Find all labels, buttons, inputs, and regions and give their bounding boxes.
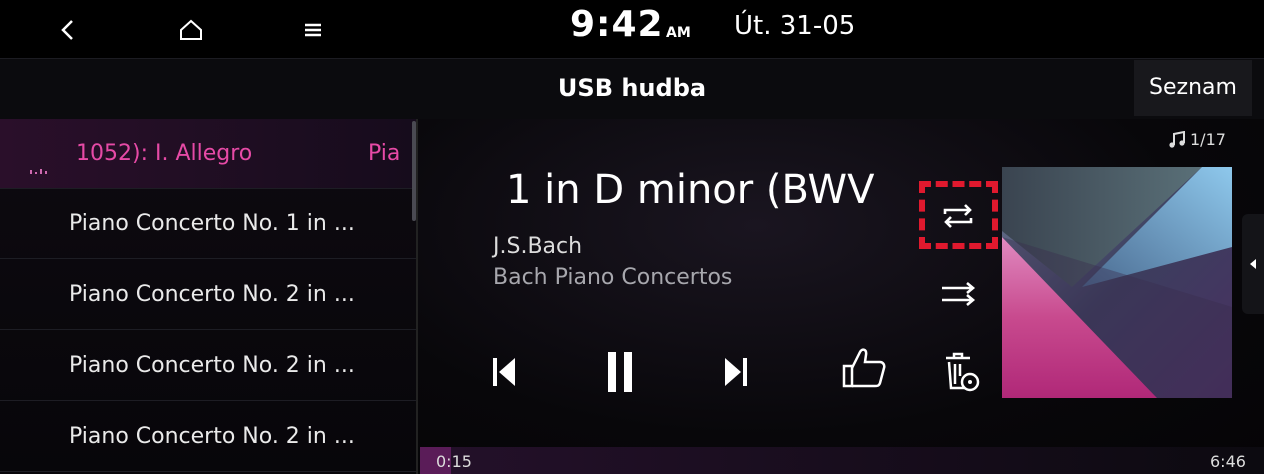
list-button[interactable]: Seznam [1134, 60, 1252, 116]
page-title: USB hudba [557, 74, 707, 102]
date: Út. 31-05 [734, 11, 856, 41]
repeat-icon[interactable] [934, 196, 982, 236]
like-icon[interactable] [838, 344, 890, 392]
list-item-label: Piano Concerto No. 2 in ... [69, 353, 355, 378]
pause-icon[interactable] [598, 346, 642, 398]
list-item-label: Piano Concerto No. 2 in ... [69, 282, 355, 307]
home-icon[interactable] [171, 14, 211, 46]
list-scrollbar[interactable] [412, 121, 416, 221]
list-item-active[interactable]: 1052): I. Allegro Pia [0, 119, 416, 189]
previous-icon[interactable] [484, 350, 524, 394]
elapsed-time: 0:15 [436, 452, 472, 471]
playlist: 1052): I. Allegro Pia Piano Concerto No.… [0, 119, 418, 474]
menu-icon[interactable] [293, 14, 333, 46]
back-icon[interactable] [48, 14, 88, 46]
list-item[interactable]: Piano Concerto No. 1 in ... [0, 189, 416, 259]
clock-time: 9:42 [570, 4, 664, 45]
list-item-trailing: Pia [368, 141, 401, 166]
delete-icon[interactable] [940, 348, 982, 394]
list-item-label: Piano Concerto No. 1 in ... [69, 211, 355, 236]
list-item[interactable]: Piano Concerto No. 2 in ... [0, 331, 416, 401]
chevron-left-icon [1250, 259, 1256, 269]
list-item-label: Piano Concerto No. 2 in ... [69, 424, 355, 449]
track-title: 1 in D minor (BWV [506, 167, 875, 213]
clock-ampm: AM [666, 25, 691, 41]
next-icon[interactable] [716, 350, 756, 394]
side-panel-toggle[interactable] [1242, 214, 1264, 314]
list-item-label: 1052): I. Allegro [76, 141, 253, 166]
duration-time: 6:46 [1210, 452, 1246, 471]
list-item[interactable]: Piano Concerto No. 2 in ... [0, 402, 416, 472]
track-album: Bach Piano Concertos [493, 265, 733, 290]
track-artist: J.S.Bach [493, 234, 583, 259]
now-playing-icon [30, 155, 50, 174]
music-note-icon [1169, 130, 1185, 148]
track-counter: 1/17 [1168, 130, 1226, 149]
album-art [1002, 167, 1232, 398]
list-item[interactable]: Piano Concerto No. 2 in ... [0, 260, 416, 330]
progress-bar[interactable] [420, 447, 1264, 474]
shuffle-icon[interactable] [934, 274, 982, 314]
track-index: 1/17 [1190, 130, 1226, 149]
